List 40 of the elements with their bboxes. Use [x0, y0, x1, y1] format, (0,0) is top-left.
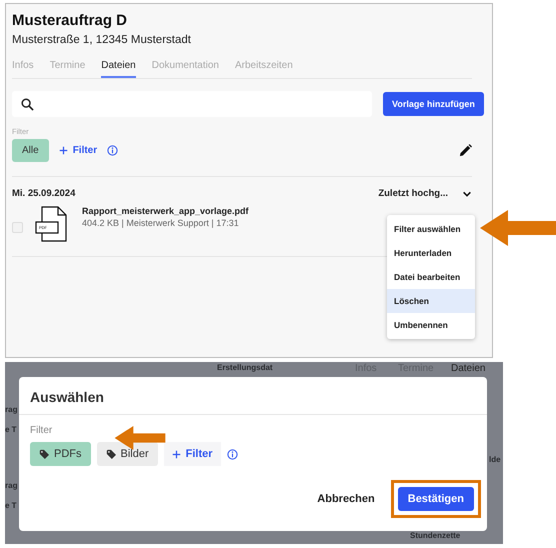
pencil-icon[interactable] — [459, 144, 472, 157]
menu-item[interactable]: Filter auswählen — [387, 217, 475, 241]
confirm-button[interactable]: Bestätigen — [398, 487, 474, 511]
info-icon[interactable] — [107, 145, 118, 156]
plus-icon — [172, 450, 181, 458]
search-field[interactable] — [12, 91, 372, 117]
cancel-button[interactable]: Abbrechen — [311, 492, 381, 506]
search-icon — [21, 98, 34, 110]
add-filter-button[interactable]: Filter — [58, 143, 98, 158]
menu-item[interactable]: Datei bearbeiten — [387, 265, 475, 289]
background-text: Erstellungsdat — [217, 363, 273, 372]
checkbox[interactable] — [12, 222, 23, 232]
filter-chip[interactable]: PDFs — [30, 442, 90, 466]
filter-label: Filter — [30, 425, 54, 436]
file-meta: 404.2 KB | Meisterwerk Support | 17:31 — [82, 218, 240, 228]
address-text: Musterstraße 1, 12345 Musterstadt — [12, 34, 192, 46]
filter-chip[interactable]: Bilder — [96, 442, 158, 466]
plus-icon — [58, 146, 68, 155]
page-title: Musterauftrag D — [12, 12, 128, 29]
background-text: e T — [5, 425, 17, 434]
background-text: e T — [5, 501, 17, 510]
info-icon[interactable] — [226, 448, 238, 460]
menu-item[interactable]: Löschen — [387, 289, 475, 313]
tag-icon — [106, 449, 116, 459]
background-text: rag — [5, 481, 18, 490]
sort-label[interactable]: Zuletzt hochg... — [378, 188, 448, 199]
menu-item[interactable]: Umbenennen — [387, 313, 475, 337]
menu-item[interactable]: Herunterladen — [387, 241, 475, 265]
background-text: Stundenzette — [410, 531, 460, 540]
date-heading: Mi. 25.09.2024 — [12, 188, 76, 199]
background-text: Dateien — [451, 363, 486, 374]
dialog-title: Auswählen — [19, 377, 487, 415]
add-template-button[interactable]: Vorlage hinzufügen — [383, 92, 484, 116]
add-filter-button[interactable]: Filter — [164, 442, 221, 466]
tag-icon — [39, 449, 49, 459]
tab[interactable]: Dateien — [101, 60, 136, 78]
filter-chip[interactable]: Alle — [12, 139, 49, 162]
background-text: rag — [5, 405, 18, 414]
background-text: lde — [489, 455, 501, 464]
file-name[interactable]: Rapport_meisterwerk_app_vorlage.pdf — [82, 206, 249, 216]
